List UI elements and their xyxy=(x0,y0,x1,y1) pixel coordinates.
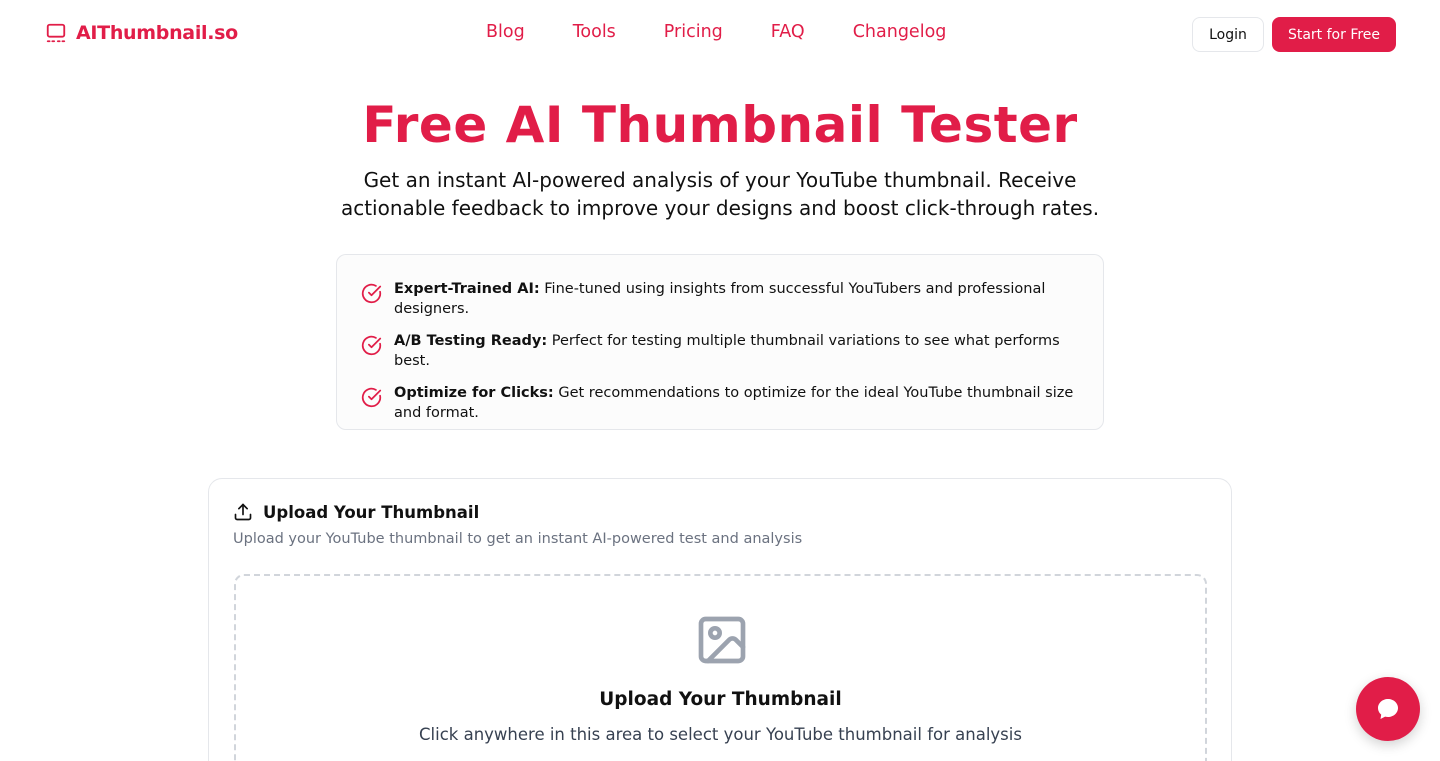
upload-card-header: Upload Your Thumbnail xyxy=(233,502,479,522)
monitor-icon xyxy=(46,23,66,43)
brand-name: AIThumbnail.so xyxy=(76,22,238,44)
nav-link-changelog[interactable]: Changelog xyxy=(853,22,947,42)
nav-link-pricing[interactable]: Pricing xyxy=(664,22,723,42)
feature-title: Optimize for Clicks: xyxy=(394,385,554,401)
upload-card: Upload Your Thumbnail Upload your YouTub… xyxy=(208,478,1232,761)
feature-title: A/B Testing Ready: xyxy=(394,333,548,349)
check-circle-icon xyxy=(361,335,382,356)
chat-bubble-icon xyxy=(1378,699,1398,719)
feature-text: A/B Testing Ready: Perfect for testing m… xyxy=(394,331,1079,371)
nav-links: Blog Tools Pricing FAQ Changelog xyxy=(486,22,946,42)
upload-card-description: Upload your YouTube thumbnail to get an … xyxy=(233,531,803,547)
dropzone-title: Upload Your Thumbnail xyxy=(599,689,842,710)
start-free-button[interactable]: Start for Free xyxy=(1272,17,1396,52)
upload-card-title: Upload Your Thumbnail xyxy=(263,502,480,522)
page-title: Free AI Thumbnail Tester xyxy=(362,96,1078,154)
login-button[interactable]: Login xyxy=(1192,17,1264,52)
feature-text: Expert-Trained AI: Fine-tuned using insi… xyxy=(394,279,1079,319)
feature-title: Expert-Trained AI: xyxy=(394,281,540,297)
features-box: Expert-Trained AI: Fine-tuned using insi… xyxy=(336,254,1104,430)
chat-button[interactable] xyxy=(1356,677,1420,741)
check-circle-icon xyxy=(361,283,382,304)
dropzone-hint: Click anywhere in this area to select yo… xyxy=(419,725,1022,744)
nav-link-tools[interactable]: Tools xyxy=(573,22,616,42)
feature-item: Expert-Trained AI: Fine-tuned using insi… xyxy=(361,279,1079,319)
top-nav: AIThumbnail.so Blog Tools Pricing FAQ Ch… xyxy=(0,0,1440,68)
page-subtitle: Get an instant AI-powered analysis of yo… xyxy=(340,168,1100,220)
brand-logo-link[interactable]: AIThumbnail.so xyxy=(45,22,238,44)
check-circle-icon xyxy=(361,387,382,408)
nav-link-faq[interactable]: FAQ xyxy=(771,22,805,42)
nav-link-blog[interactable]: Blog xyxy=(486,22,525,42)
image-icon xyxy=(698,616,746,664)
upload-dropzone[interactable]: Upload Your Thumbnail Click anywhere in … xyxy=(234,574,1207,761)
feature-item: Optimize for Clicks: Get recommendations… xyxy=(361,383,1079,423)
upload-icon xyxy=(234,503,252,521)
feature-item: A/B Testing Ready: Perfect for testing m… xyxy=(361,331,1079,371)
feature-text: Optimize for Clicks: Get recommendations… xyxy=(394,383,1079,423)
